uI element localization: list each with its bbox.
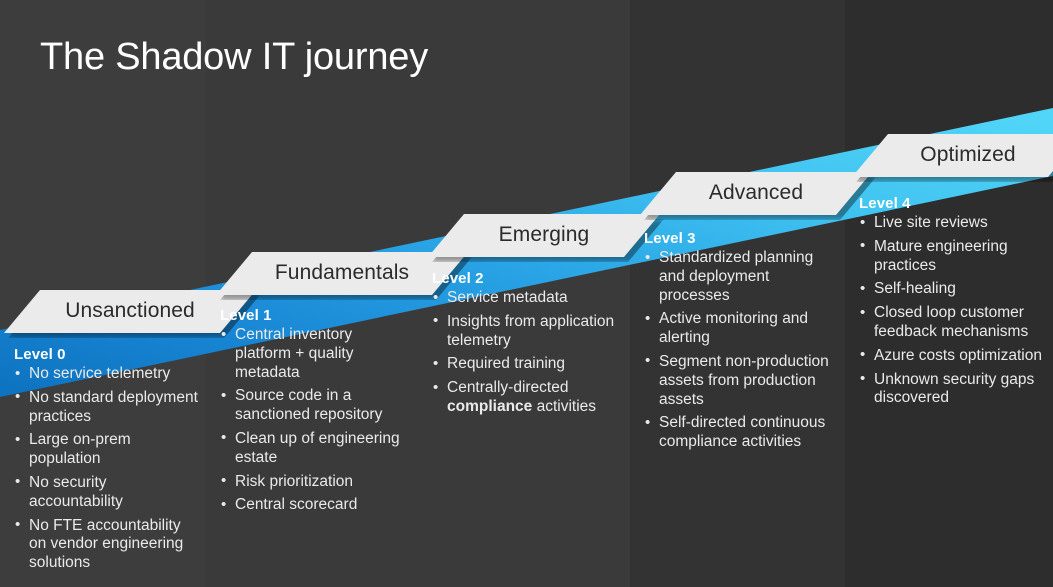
bullet-list: Service metadata Insights from applicatio… [432,289,622,417]
bullet-item: Centrally-directed compliance activities [432,379,622,417]
level-heading: Level 4 [859,195,911,212]
bullet-item: Service metadata [432,289,622,308]
bullet-item: Mature engineering practices [859,237,1045,276]
stage-content: Level 3Standardized planning and deploym… [644,230,837,457]
bullet-list: Live site reviews Mature engineering prac… [859,214,1045,408]
level-heading: Level 3 [644,230,696,247]
page-title-text: The Shadow IT journey [40,36,428,78]
slide-canvas: Unsanctioned Fundamentals Emerging Advanced… [0,0,1053,587]
bullet-item: Closed loop customer feedback mechanisms [859,304,1045,342]
level-heading: Level 2 [432,270,484,287]
bullet-item: No service telemetry [14,365,198,384]
bullet-item: Standardized planning and deployment pro… [644,248,837,305]
bullet-item: Unknown security gaps discovered [859,370,1045,409]
bullet-item: Segment non-production assets from produ… [644,352,837,409]
bullet-list: No service telemetry No standard deployme… [14,365,198,573]
stage-banner-label: Emerging [498,223,590,246]
bullet-item: Azure costs optimization [859,346,1045,366]
bullet-item: No security accountability [14,473,198,512]
bullet-item: Self-directed continuous compliance acti… [644,414,837,452]
stage-content: Level 0 No service telemetry No standard d… [14,346,198,578]
bullet-item: No standard deployment practices [14,388,198,427]
stage-banner-label: Optimized [920,143,1016,166]
bullet-list: Standardized planning and deployment pro… [644,248,837,452]
stage-banner-unsanctioned[interactable]: Unsanctioned [4,290,256,333]
bullet-item: Self-healing [859,280,1045,299]
level-heading: Level 0 [14,346,66,363]
page-title: The Shadow IT journey [40,36,428,79]
bullet-item: Central inventory platform + quality met… [220,325,410,382]
stage-banner-label: Unsanctioned [65,299,195,322]
bullet-emphasis: compliance [447,397,533,415]
stage-content: Level 4 Live site reviews Mature engineeri… [859,195,1045,413]
bullet-list: Central inventory platform + quality met… [220,325,410,515]
stage-content: Level 2 Service metadata Insights from app… [432,270,622,422]
bullet-item: No FTE accountability on vendor engineer… [14,516,198,573]
stage-banner-label: Advanced [708,181,804,204]
bullet-item: Clean up of engineering estate [220,429,410,468]
stage-banner-label: Fundamentals [274,261,410,284]
bullet-item: Active monitoring and alerting [644,310,837,348]
bullet-item: Required training [432,355,622,374]
stage-content: Level 1Central inventory platform + qual… [220,307,410,520]
bullet-item: Risk prioritization [220,472,410,492]
bullet-item: Source code in a sanctioned repository [220,387,410,425]
bullet-item: Central scorecard [220,496,410,515]
bullet-item: Large on-prem population [14,431,198,469]
bullet-item: Insights from application telemetry [432,312,622,351]
level-heading: Level 1 [220,307,272,324]
stage-banner-emerging[interactable]: Emerging [428,214,660,257]
bullet-item: Live site reviews [859,214,1045,233]
stage-banner-advanced[interactable]: Advanced [640,172,872,215]
stage-banner-fundamentals[interactable]: Fundamentals [216,252,468,295]
